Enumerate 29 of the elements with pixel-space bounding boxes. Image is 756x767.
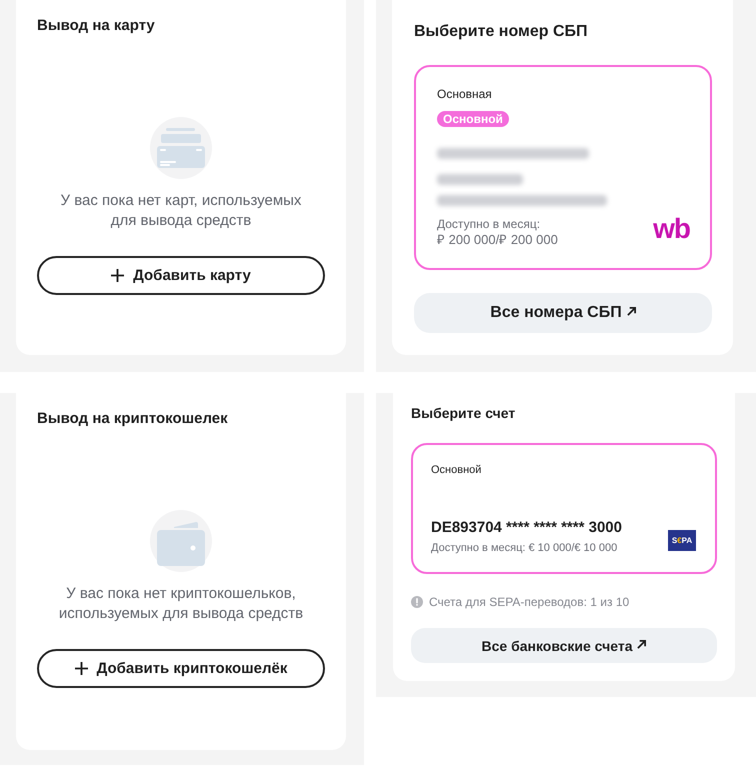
info-icon	[411, 596, 423, 608]
brand-logo: wb	[653, 218, 690, 240]
account-number: DE893704 **** **** **** 3000	[431, 518, 622, 538]
account-name: Основная	[437, 86, 492, 102]
section-title: Выберите номер СБП	[414, 22, 589, 42]
limit-value: ₽ 200 000/₽ 200 000	[437, 232, 558, 248]
limit-label: Доступно в месяц:	[437, 216, 540, 232]
add-button[interactable]: Добавить криптокошелёк	[37, 649, 325, 688]
add-button[interactable]: Добавить карту	[37, 256, 325, 295]
section-title: Вывод на карту	[37, 17, 156, 35]
account-option[interactable]: Основной DE893704 **** **** **** 3000 Доступно в месяц: € 10 000/€ 10 000 S€PA	[411, 443, 717, 574]
default-badge: Основной	[437, 111, 509, 127]
wallet-icon	[150, 510, 212, 572]
arrow-up-right-icon	[637, 640, 646, 648]
all-accounts-button[interactable]: Все банковские счета	[411, 628, 717, 663]
credit-card-icon	[150, 117, 212, 179]
section-title: Вывод на криптокошелек	[37, 410, 229, 428]
limit-text: Доступно в месяц: € 10 000/€ 10 000	[431, 541, 618, 555]
account-name: Основной	[431, 463, 482, 478]
all-numbers-button[interactable]: Все номера СБП	[414, 293, 712, 333]
plus-icon	[74, 662, 88, 675]
empty-state-message: У вас пока нет карт, используемых для вывода средств	[60, 191, 302, 231]
sepa-logo: S€PA	[668, 530, 696, 551]
section-title: Выберите счет	[411, 404, 516, 422]
empty-state-message: У вас пока нет криптокошельков, используемых для вывода средств	[58, 584, 304, 624]
account-option[interactable]: Основная Основной Доступно в месяц: ₽ 200 000/₽ 200 000 wb	[414, 65, 712, 270]
arrow-up-right-icon	[626, 307, 636, 316]
accounts-count-note: Счета для SEPA-переводов: 1 из 10	[429, 594, 630, 610]
plus-icon	[111, 269, 124, 282]
